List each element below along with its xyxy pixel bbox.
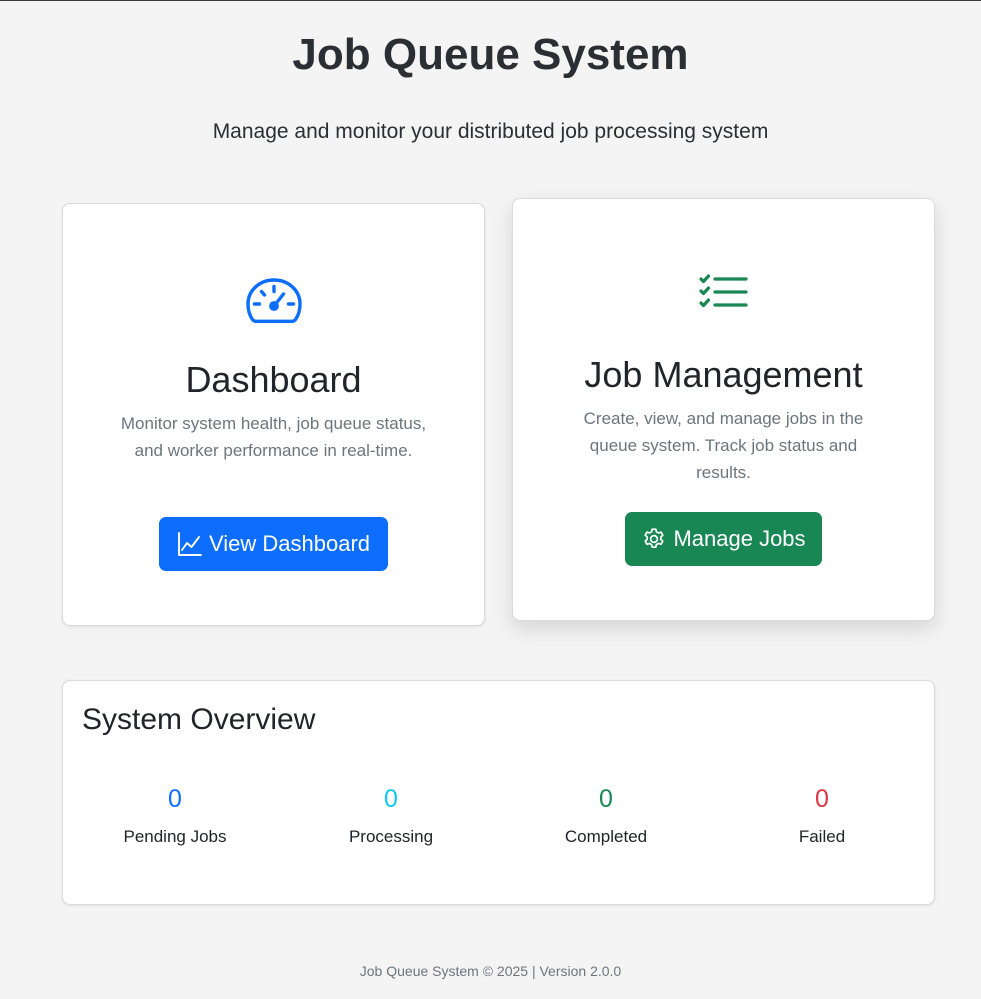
stat-pending-value: 0 bbox=[168, 785, 182, 813]
stat-processing-value: 0 bbox=[384, 785, 398, 813]
system-overview-title: System Overview bbox=[82, 703, 316, 736]
stat-completed-value: 0 bbox=[599, 785, 613, 813]
stat-processing: 0 Processing bbox=[291, 783, 491, 849]
stat-completed: 0 Completed bbox=[506, 783, 706, 849]
checklist-icon bbox=[513, 273, 934, 311]
job-management-card-description: Create, view, and manage jobs in the que… bbox=[583, 409, 864, 482]
dashboard-card: Dashboard Monitor system health, job que… bbox=[62, 203, 485, 626]
stat-failed: 0 Failed bbox=[722, 783, 922, 849]
page-subtitle: Manage and monitor your distributed job … bbox=[212, 120, 769, 143]
stat-pending: 0 Pending Jobs bbox=[75, 783, 275, 849]
stat-processing-label: Processing bbox=[348, 827, 434, 846]
job-management-card-title: Job Management bbox=[584, 354, 863, 395]
manage-jobs-label: Manage Jobs bbox=[673, 526, 806, 551]
page-title: Job Queue System bbox=[292, 30, 689, 79]
chart-line-icon bbox=[177, 531, 203, 557]
footer-text: Job Queue System © 2025 | Version 2.0.0 bbox=[359, 963, 622, 979]
stat-failed-label: Failed bbox=[798, 827, 846, 846]
stat-pending-label: Pending Jobs bbox=[123, 827, 227, 846]
dashboard-card-description: Monitor system health, job queue status,… bbox=[120, 414, 427, 460]
system-overview-card: System Overview 0 Pending Jobs 0 Process… bbox=[62, 680, 935, 905]
dashboard-card-title: Dashboard bbox=[185, 359, 362, 400]
gear-icon bbox=[641, 526, 667, 552]
view-dashboard-label: View Dashboard bbox=[208, 531, 371, 556]
manage-jobs-button[interactable]: Manage Jobs bbox=[625, 512, 822, 566]
job-management-card: Job Management Create, view, and manage … bbox=[512, 198, 935, 621]
speedometer-icon bbox=[63, 276, 484, 326]
stat-completed-label: Completed bbox=[564, 827, 648, 846]
view-dashboard-button[interactable]: View Dashboard bbox=[159, 517, 388, 571]
stat-failed-value: 0 bbox=[815, 785, 829, 813]
